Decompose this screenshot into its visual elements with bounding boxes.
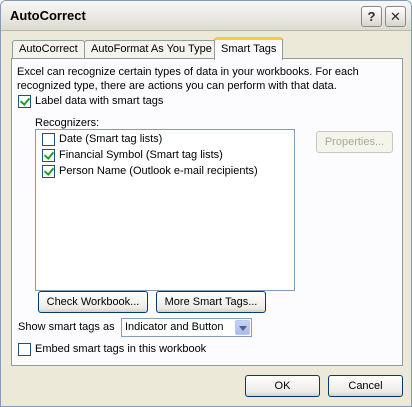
recognizer-person-name-checkbox[interactable] (42, 165, 55, 178)
properties-button[interactable]: Properties... (316, 131, 393, 153)
show-smart-tags-as-label: Show smart tags as (18, 321, 115, 333)
tab-autocorrect[interactable]: AutoCorrect (12, 40, 85, 59)
more-smart-tags-button[interactable]: More Smart Tags... (156, 291, 266, 313)
recognizer-date-checkbox[interactable] (42, 133, 55, 146)
recognizer-financial-symbol-label: Financial Symbol (Smart tag lists) (59, 149, 223, 161)
embed-smart-tags-checkbox[interactable] (18, 343, 31, 356)
check-workbook-button[interactable]: Check Workbook... (38, 291, 148, 313)
label-data-checkbox[interactable] (18, 95, 31, 108)
recognizer-person-name-label: Person Name (Outlook e-mail recipients) (59, 165, 258, 177)
recognizer-date-label: Date (Smart tag lists) (59, 133, 163, 145)
window-title: AutoCorrect (10, 8, 86, 23)
recognizer-item-person-name[interactable]: Person Name (Outlook e-mail recipients) (42, 165, 258, 179)
close-button[interactable]: ✕ (385, 6, 406, 27)
embed-smart-tags-label: Embed smart tags in this workbook (35, 343, 207, 355)
help-button[interactable]: ? (361, 6, 382, 27)
cancel-button[interactable]: Cancel (328, 375, 403, 397)
smart-tags-description: Excel can recognize certain types of dat… (17, 66, 359, 92)
tab-smart-tags[interactable]: Smart Tags (214, 37, 284, 60)
tab-autoformat-as-you-type[interactable]: AutoFormat As You Type (84, 40, 219, 59)
title-bar[interactable]: AutoCorrect ? ✕ (1, 1, 411, 31)
chevron-down-icon[interactable] (235, 320, 250, 335)
recognizer-item-financial-symbol[interactable]: Financial Symbol (Smart tag lists) (42, 149, 223, 163)
embed-smart-tags-checkbox-row[interactable]: Embed smart tags in this workbook (18, 343, 206, 357)
autocorrect-dialog: AutoCorrect ? ✕ AutoCorrect AutoFormat A… (0, 0, 412, 407)
label-data-checkbox-label: Label data with smart tags (35, 95, 164, 107)
recognizer-financial-symbol-checkbox[interactable] (42, 149, 55, 162)
label-data-checkbox-row[interactable]: Label data with smart tags (18, 95, 163, 109)
show-smart-tags-as-value: Indicator and Button (125, 321, 224, 333)
recognizer-item-date[interactable]: Date (Smart tag lists) (42, 133, 162, 147)
show-smart-tags-as-select[interactable]: Indicator and Button (121, 318, 252, 337)
recognizers-label: Recognizers: (35, 117, 100, 129)
ok-button[interactable]: OK (245, 375, 320, 397)
